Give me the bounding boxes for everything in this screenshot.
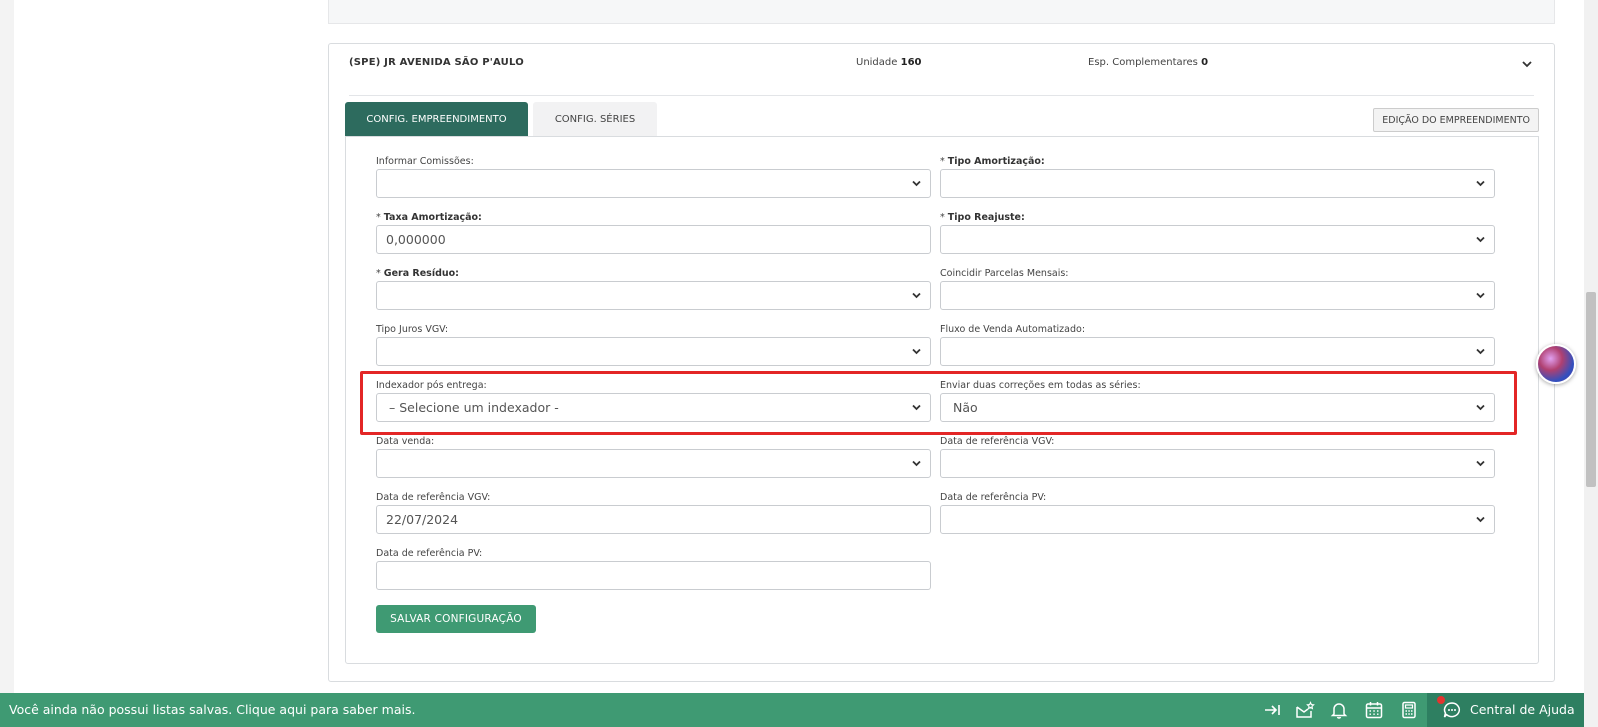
previous-card [328, 0, 1555, 24]
salvar-configuracao-button[interactable]: SALVAR CONFIGURAÇÃO [376, 605, 536, 633]
taxa-amortizacao-label-text: Taxa Amortização: [383, 212, 482, 223]
chevron-down-icon [1476, 516, 1485, 523]
tipo-juros-vgv-field: Tipo Juros VGV: [376, 323, 931, 366]
informar-comissoes-field: Informar Comissões: [376, 155, 931, 198]
tab-config-series[interactable]: CONFIG. SÉRIES [533, 102, 657, 136]
tipo-reajuste-label-text: Tipo Reajuste: [947, 212, 1025, 223]
gera-residuo-label-text: Gera Resíduo: [383, 268, 459, 279]
data-ref-vgv-input-label: Data de referência VGV: [376, 492, 491, 503]
empreendimento-name: (SPE) JR AVENIDA SÃO P'AULO [349, 57, 524, 68]
fluxo-venda-label: Fluxo de Venda Automatizado: [940, 324, 1086, 335]
card-header[interactable]: (SPE) JR AVENIDA SÃO P'AULO Unidade 160 … [349, 44, 1534, 96]
data-ref-vgv-select-label: Data de referência VGV: [940, 436, 1055, 447]
chevron-down-icon [912, 292, 921, 299]
duas-correcoes-label: Enviar duas correções em todas as séries… [940, 380, 1141, 391]
central-de-ajuda-button[interactable]: Central de Ajuda [1427, 693, 1584, 727]
indexador-value: – Selecione um indexador - [389, 400, 559, 415]
fluxo-venda-select[interactable] [940, 337, 1495, 366]
data-venda-label: Data venda: [376, 436, 435, 447]
tipo-reajuste-label: * Tipo Reajuste: [940, 211, 1495, 225]
coincidir-parcelas-label: Coincidir Parcelas Mensais: [940, 268, 1069, 279]
tipo-juros-vgv-select[interactable] [376, 337, 931, 366]
informar-comissoes-select[interactable] [376, 169, 931, 198]
taxa-amortizacao-field: * Taxa Amortização: 0,000000 [376, 211, 931, 254]
required-mark: * [940, 212, 948, 223]
data-ref-vgv-select-field: Data de referência VGV: [940, 435, 1495, 478]
required-mark: * [376, 212, 384, 223]
unit-label: Unidade [856, 57, 898, 68]
unit-value: 160 [900, 57, 922, 68]
calculator-icon[interactable] [1399, 701, 1419, 719]
tipo-reajuste-field: * Tipo Reajuste: [940, 211, 1495, 254]
chat-bubble-icon [1443, 702, 1461, 718]
data-ref-vgv-input-field: Data de referência VGV: 22/07/2024 [376, 491, 931, 534]
chevron-down-icon [912, 180, 921, 187]
tipo-amortizacao-label: * Tipo Amortização: [940, 155, 1495, 169]
chevron-down-icon [912, 348, 921, 355]
tipo-reajuste-select[interactable] [940, 225, 1495, 254]
tab-config-empreendimento[interactable]: CONFIG. EMPREENDIMENTO [345, 102, 528, 136]
taxa-amortizacao-input[interactable]: 0,000000 [376, 225, 931, 254]
coincidir-parcelas-field: Coincidir Parcelas Mensais: [940, 267, 1495, 310]
gera-residuo-label: * Gera Resíduo: [376, 267, 931, 281]
data-ref-pv-select[interactable] [940, 505, 1495, 534]
scrollbar[interactable] [1584, 0, 1598, 727]
gera-residuo-field: * Gera Resíduo: [376, 267, 931, 310]
tipo-amortizacao-select[interactable] [940, 169, 1495, 198]
scrollbar-thumb[interactable] [1586, 292, 1596, 487]
data-ref-vgv-input[interactable]: 22/07/2024 [376, 505, 931, 534]
calendar-icon[interactable] [1364, 701, 1384, 719]
chevron-down-icon [1476, 460, 1485, 467]
chevron-down-icon [1476, 180, 1485, 187]
esp-label: Esp. Complementares [1088, 57, 1198, 68]
gera-residuo-select[interactable] [376, 281, 931, 310]
central-de-ajuda-label: Central de Ajuda [1470, 702, 1575, 717]
data-ref-pv-input[interactable] [376, 561, 931, 590]
empreendimento-card: (SPE) JR AVENIDA SÃO P'AULO Unidade 160 … [328, 43, 1555, 682]
duas-correcoes-value: Não [953, 400, 978, 415]
data-venda-select[interactable] [376, 449, 931, 478]
assistant-orb-icon[interactable] [1536, 344, 1576, 384]
chevron-down-icon[interactable] [1520, 57, 1534, 71]
unit-count: Unidade 160 [856, 57, 921, 68]
required-mark: * [940, 156, 948, 167]
bell-icon[interactable] [1329, 701, 1349, 719]
edicao-empreendimento-button[interactable]: EDIÇÃO DO EMPREENDIMENTO [1373, 108, 1539, 132]
data-ref-pv-select-field: Data de referência PV: [940, 491, 1495, 534]
bottom-bar: Você ainda não possui listas salvas. Cli… [0, 693, 1584, 727]
config-panel: Informar Comissões: * Tipo Amortização: … [345, 136, 1539, 664]
indexador-field: Indexador pós entrega: – Selecione um in… [376, 379, 931, 422]
mail-star-icon[interactable] [1295, 701, 1315, 719]
chevron-down-icon [1476, 404, 1485, 411]
data-ref-vgv-select[interactable] [940, 449, 1495, 478]
taxa-amortizacao-label: * Taxa Amortização: [376, 211, 931, 225]
data-ref-pv-select-label: Data de referência PV: [940, 492, 1047, 503]
chevron-down-icon [1476, 236, 1485, 243]
chevron-down-icon [912, 404, 921, 411]
chevron-down-icon [1476, 348, 1485, 355]
tipo-amortizacao-field: * Tipo Amortização: [940, 155, 1495, 198]
data-ref-pv-input-field: Data de referência PV: [376, 547, 931, 590]
duas-correcoes-field: Enviar duas correções em todas as séries… [940, 379, 1495, 422]
chevron-down-icon [912, 460, 921, 467]
chevron-down-icon [1476, 292, 1485, 299]
informar-comissoes-label: Informar Comissões: [376, 156, 474, 167]
duas-correcoes-select[interactable]: Não [940, 393, 1495, 422]
data-ref-pv-input-label: Data de referência PV: [376, 548, 483, 559]
indexador-select[interactable]: – Selecione um indexador - [376, 393, 931, 422]
data-venda-field: Data venda: [376, 435, 931, 478]
tipo-amortizacao-label-text: Tipo Amortização: [947, 156, 1045, 167]
collapse-right-icon[interactable] [1262, 701, 1282, 719]
saved-lists-message[interactable]: Você ainda não possui listas salvas. Cli… [9, 702, 415, 717]
required-mark: * [376, 268, 384, 279]
esp-value: 0 [1201, 57, 1209, 68]
indexador-label: Indexador pós entrega: [376, 380, 487, 391]
tipo-juros-vgv-label: Tipo Juros VGV: [376, 324, 449, 335]
fluxo-venda-field: Fluxo de Venda Automatizado: [940, 323, 1495, 366]
esp-complementares: Esp. Complementares 0 [1088, 57, 1208, 68]
coincidir-parcelas-select[interactable] [940, 281, 1495, 310]
